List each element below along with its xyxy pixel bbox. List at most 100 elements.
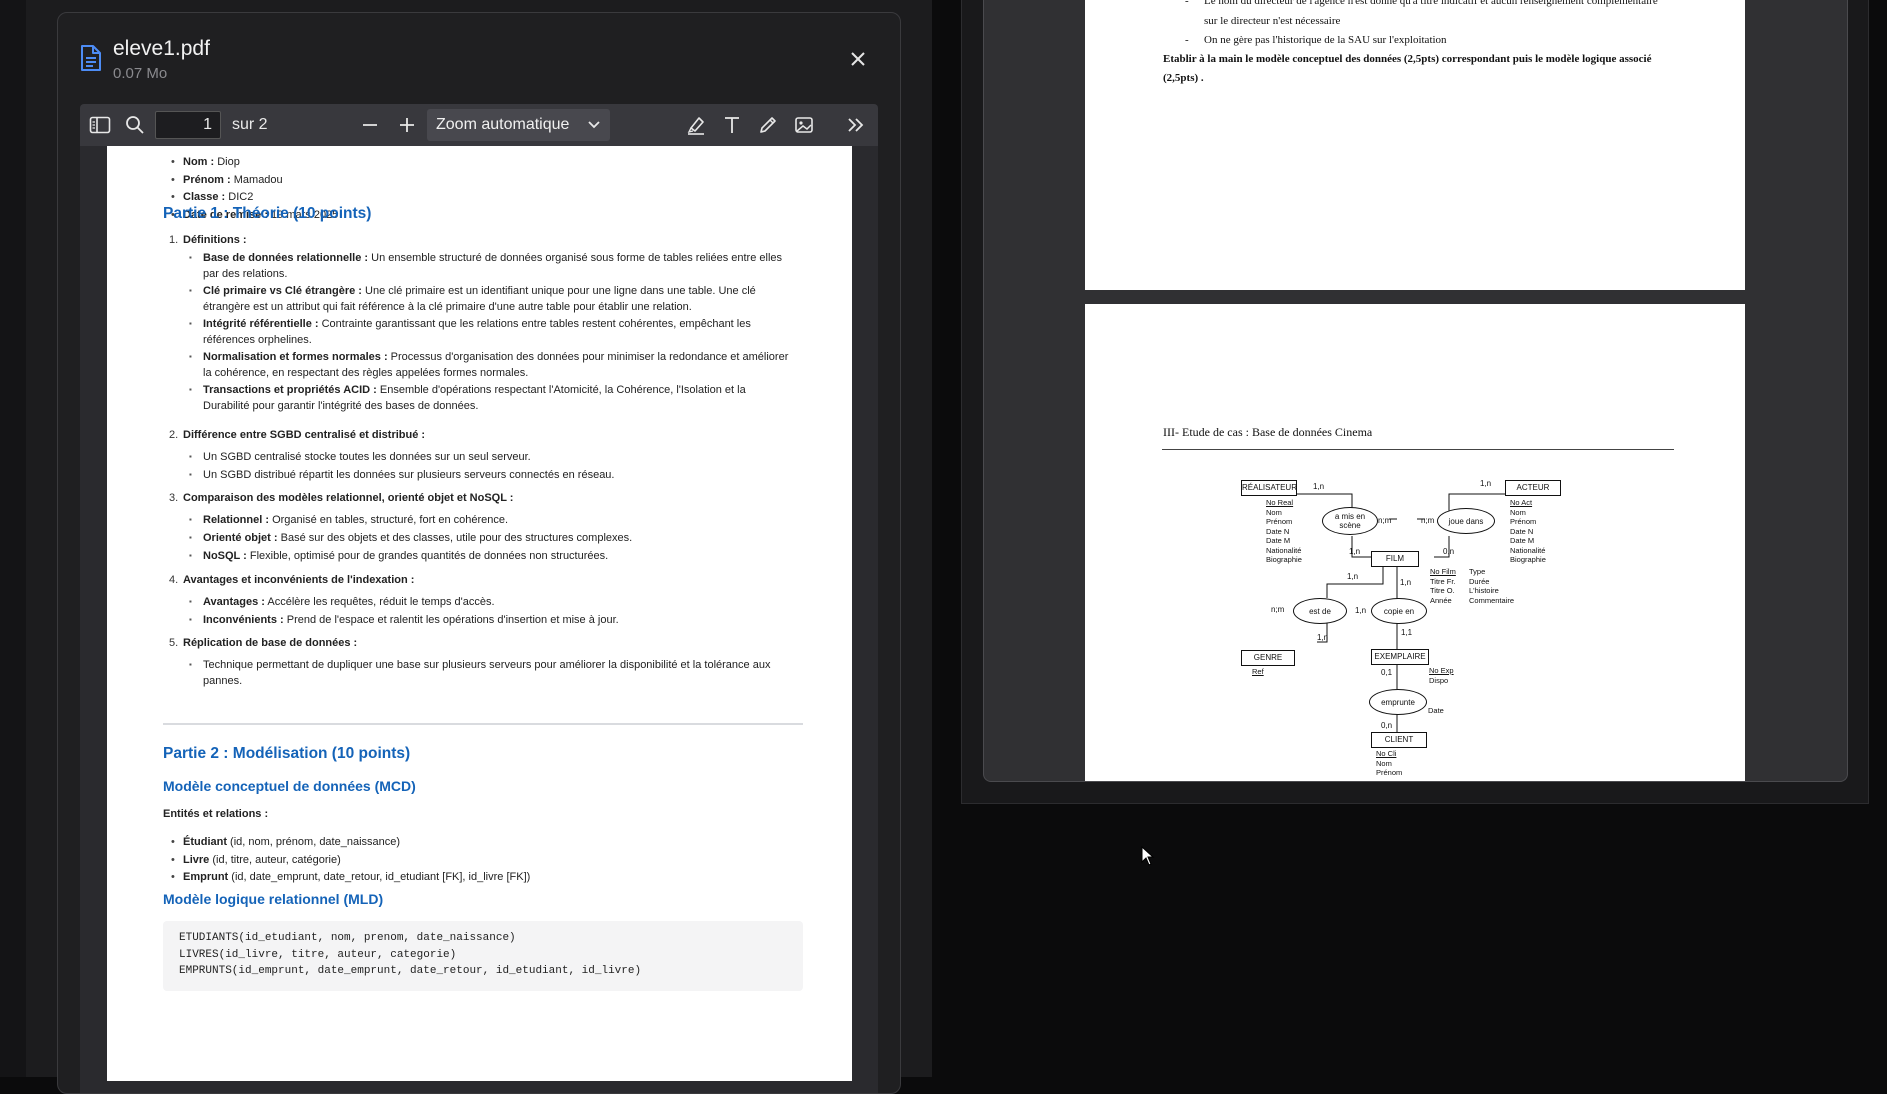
zoom-select-label: Zoom automatique: [436, 116, 570, 133]
divider: [163, 723, 803, 725]
list-item: Orienté objet : Basé sur des objets et d…: [189, 530, 803, 546]
pdf-page: - Le nom du directeur de l'agence n'est …: [1085, 0, 1745, 290]
pdf-viewer[interactable]: Nom : Diop Prénom : Mamadou Classe : DIC…: [80, 146, 878, 1093]
entity-exemplaire: EXEMPLAIRE: [1371, 649, 1429, 665]
file-size: 0.07 Mo: [113, 65, 168, 82]
entity-attributes: Date: [1428, 706, 1444, 715]
list-item: Étudiant (id, nom, prénom, date_naissanc…: [171, 834, 530, 850]
entity-film: FILM: [1371, 551, 1419, 567]
list-item: Avantages : Accélère les requêtes, rédui…: [189, 594, 803, 610]
entity-attributes: Ref: [1252, 667, 1264, 676]
relation-emprunte: emprunte: [1369, 689, 1427, 715]
modal-header: eleve1.pdf 0.07 Mo: [58, 13, 900, 103]
list-item: Un SGBD distribué répartit les données s…: [189, 467, 803, 483]
code-line: EMPRUNTS(id_emprunt, date_emprunt, date_…: [179, 965, 642, 977]
list-item: Relationnel : Organisé en tables, struct…: [189, 512, 803, 528]
more-tools-icon[interactable]: [844, 113, 868, 137]
list-item: Livre (id, titre, auteur, catégorie): [171, 852, 530, 868]
instruction-text: Etablir à la main le modèle conceptuel d…: [1163, 53, 1652, 65]
instruction-text: (2,5pts) .: [1163, 72, 1204, 84]
relation-est-de: est de: [1293, 598, 1347, 624]
cardinality-label: 1,n: [1400, 578, 1412, 587]
list-item: Inconvénients : Prend de l'espace et ral…: [189, 612, 803, 628]
cardinality-label: 0,1: [1381, 668, 1393, 677]
part1-heading: Partie 1 : Théorie (10 points): [163, 205, 372, 222]
search-icon[interactable]: [123, 113, 147, 137]
cardinality-label: n;m: [1421, 516, 1435, 525]
cardinality-label: n;m: [1271, 605, 1285, 614]
list-item: Clé primaire vs Clé étrangère : Une clé …: [189, 283, 803, 315]
entities-list: Étudiant (id, nom, prénom, date_naissanc…: [171, 834, 530, 887]
zoom-out-icon[interactable]: [358, 113, 382, 137]
draw-icon[interactable]: [756, 113, 780, 137]
entity-attributes: No Film Titre Fr. Titre O. Année: [1430, 567, 1456, 605]
list-item: sur le directeur n'est nécessaire: [1204, 15, 1341, 27]
mcd-heading: Modèle conceptuel de données (MCD): [163, 778, 416, 794]
image-icon[interactable]: [792, 113, 816, 137]
cardinality-label: 1,1: [1401, 628, 1413, 637]
entity-realisateur: RÉALISATEUR: [1241, 480, 1297, 496]
pdf-preview-modal: eleve1.pdf 0.07 Mo sur 2 Zoom automatiqu…: [57, 12, 901, 1094]
code-line: LIVRES(id_livre, titre, auteur, categori…: [179, 949, 457, 961]
code-block: ETUDIANTS(id_etudiant, nom, prenom, date…: [163, 921, 803, 991]
list-item: Classe : DIC2: [171, 189, 338, 205]
cardinality-label: n;m: [1378, 516, 1392, 525]
section-heading: 5. Réplication de base de données :: [169, 637, 358, 649]
entity-attributes: Type Durée L'histoire Commentaire: [1469, 567, 1515, 605]
section-heading: 1. Définitions :: [169, 234, 247, 246]
cardinality-label: 0,n: [1443, 547, 1455, 556]
cardinality-label: 1,n: [1355, 606, 1367, 615]
zoom-in-icon[interactable]: [395, 113, 419, 137]
list-item: Emprunt (id, date_emprunt, date_retour, …: [171, 869, 530, 885]
mouse-cursor-icon: [1141, 846, 1155, 866]
list-item: NoSQL : Flexible, optimisé pour de grand…: [189, 548, 803, 564]
relation-joue-dans: joue dans: [1437, 508, 1495, 534]
list-item: On ne gère pas l'historique de la SAU su…: [1204, 34, 1447, 46]
file-name: eleve1.pdf: [113, 37, 210, 60]
list-item: -: [1185, 0, 1189, 7]
part2-heading: Partie 2 : Modélisation (10 points): [163, 745, 411, 762]
section-heading: 2. Différence entre SGBD centralisé et di…: [169, 429, 426, 441]
secondary-pdf-viewer[interactable]: - Le nom du directeur de l'agence n'est …: [983, 0, 1848, 782]
mld-heading: Modèle logique relationnel (MLD): [163, 891, 384, 907]
pdf-toolbar: sur 2 Zoom automatique: [80, 104, 878, 146]
chevron-down-icon: [588, 121, 600, 129]
backdrop-strip: [0, 0, 26, 1077]
relation-copie-en: copie en: [1371, 598, 1427, 624]
text-tool-icon[interactable]: [720, 113, 744, 137]
list-item: Prénom : Mamadou: [171, 172, 338, 188]
highlight-icon[interactable]: [684, 113, 708, 137]
list-item: Transactions et propriétés ACID : Ensemb…: [189, 382, 803, 414]
entity-attributes: No Real Nom Prénom Date N Date M Nationa…: [1266, 498, 1302, 564]
cardinality-label: 1,n: [1347, 572, 1359, 581]
zoom-select[interactable]: Zoom automatique: [427, 109, 610, 141]
entity-client: CLIENT: [1371, 732, 1427, 748]
sidebar-toggle-icon[interactable]: [88, 113, 112, 137]
section-heading: 3. Comparaison des modèles relationnel, o…: [169, 492, 514, 504]
cardinality-label: 0,n: [1381, 721, 1393, 730]
cardinality-label: 1,n: [1349, 547, 1361, 556]
entity-genre: GENRE: [1241, 650, 1295, 666]
list-item: Le nom du directeur de l'agence n'est do…: [1204, 0, 1658, 7]
pdf-page: III- Etude de cas : Base de données Cine…: [1085, 304, 1745, 781]
cardinality-label: 1,n: [1480, 479, 1492, 488]
entity-acteur: ACTEUR: [1505, 480, 1561, 496]
section-heading: 4. Avantages et inconvénients de l'indexa…: [169, 574, 415, 586]
list-item: Technique permettant de dupliquer une ba…: [189, 657, 803, 689]
entity-attributes: No Act Nom Prénom Date N Date M National…: [1510, 498, 1546, 564]
cardinality-label: 1,n: [1313, 482, 1325, 491]
pdf-page: Nom : Diop Prénom : Mamadou Classe : DIC…: [107, 146, 852, 1081]
page-number-input[interactable]: [155, 111, 221, 139]
list-item: Intégrité référentielle : Contrainte gar…: [189, 316, 803, 348]
list-item: -: [1185, 34, 1189, 46]
list-item: Un SGBD centralisé stocke toutes les don…: [189, 449, 803, 465]
code-line: ETUDIANTS(id_etudiant, nom, prenom, date…: [179, 932, 516, 944]
relation-mis-en-scene: a mis en scène: [1322, 507, 1378, 535]
entity-attributes: No Exp Dispo: [1429, 666, 1454, 685]
cardinality-label: 1,n: [1317, 633, 1329, 642]
entities-heading: Entités et relations :: [163, 808, 269, 820]
list-item: Nom : Diop: [171, 154, 338, 170]
entity-attributes: No Cli Nom Prénom: [1376, 749, 1403, 777]
close-icon[interactable]: [846, 47, 870, 71]
list-item: Normalisation et formes normales : Proce…: [189, 349, 803, 381]
